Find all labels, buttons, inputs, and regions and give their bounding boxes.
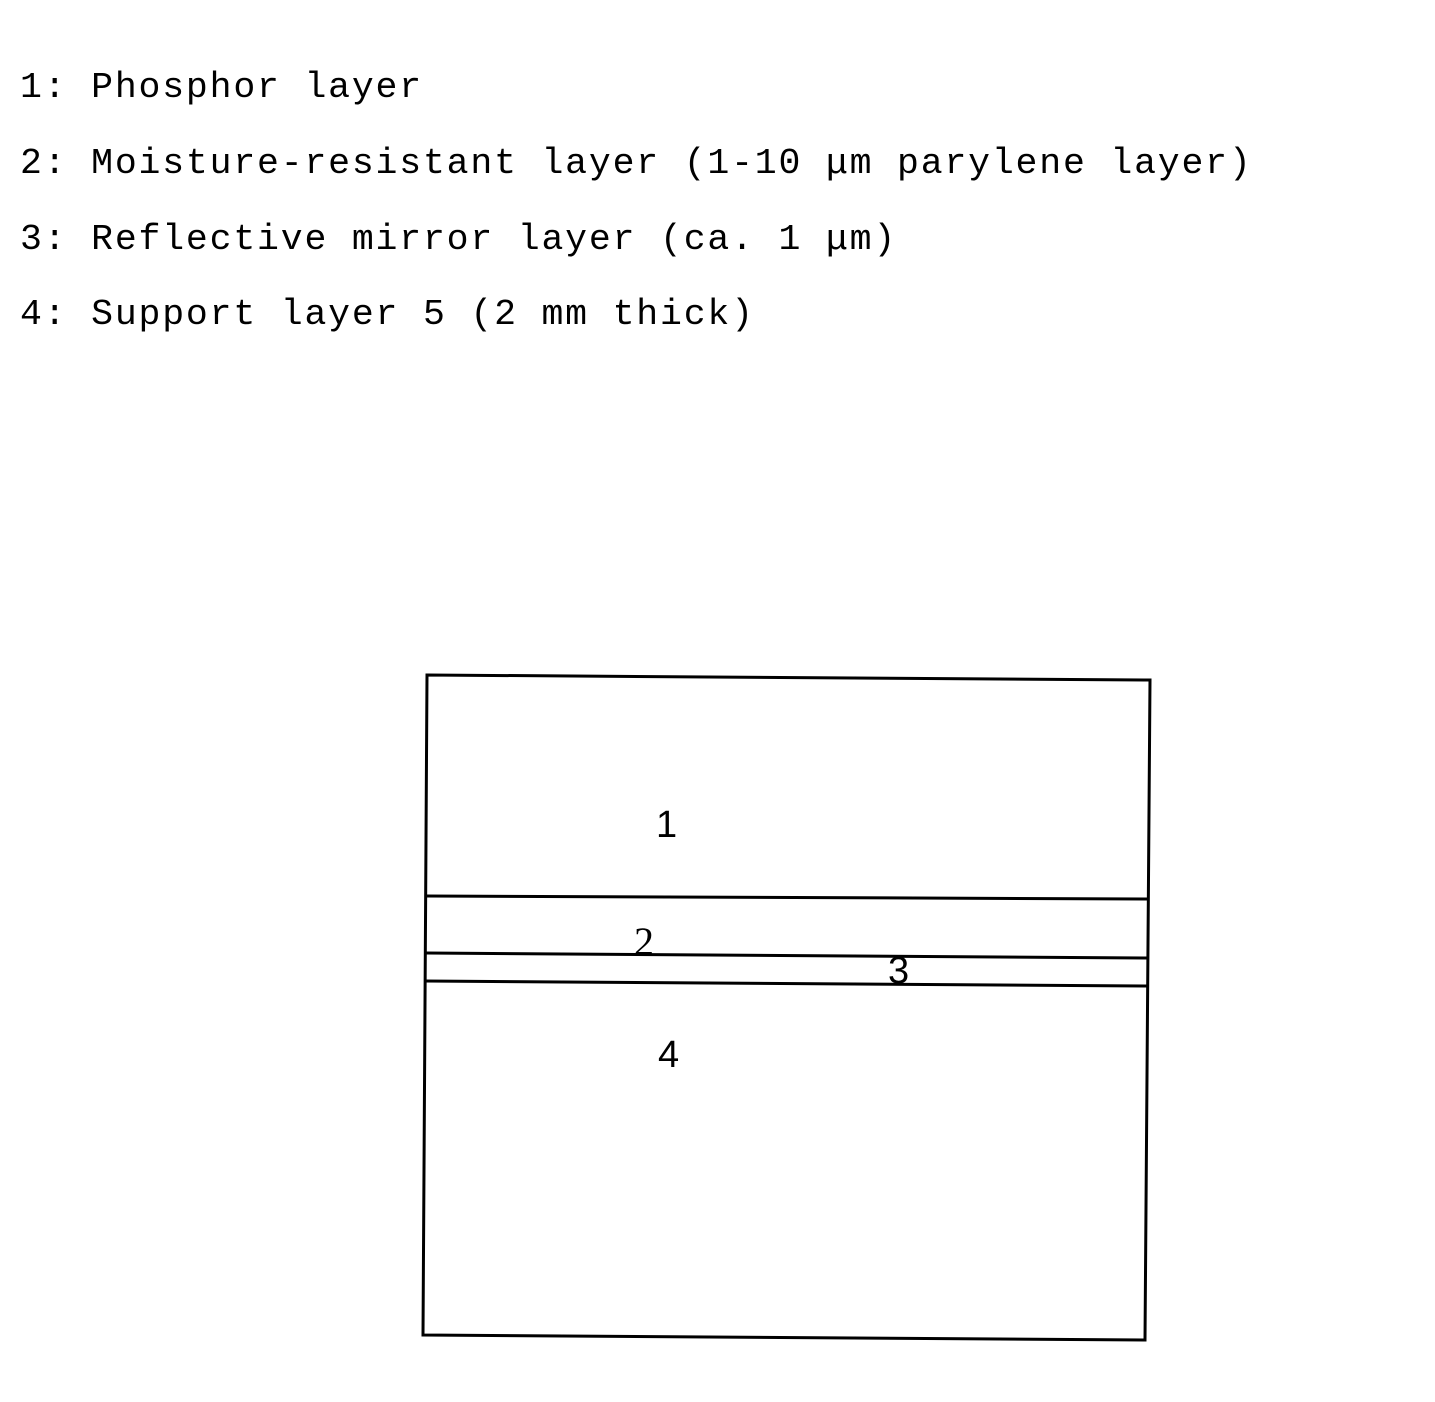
- layer-label-phosphor: 1: [656, 804, 677, 846]
- layer-label-support: 4: [658, 1034, 679, 1076]
- layer-label-moisture-resistant: 2: [634, 919, 654, 964]
- boundary-mirror-support: [424, 979, 1148, 988]
- outer-box: [421, 673, 1152, 1342]
- boundary-phosphor-moisture: [425, 894, 1149, 901]
- layer-label-reflective-mirror: 3: [888, 950, 909, 992]
- layer-stack-diagram: 1 2 3 4: [421, 673, 1152, 1342]
- boundary-moisture-mirror: [425, 951, 1149, 960]
